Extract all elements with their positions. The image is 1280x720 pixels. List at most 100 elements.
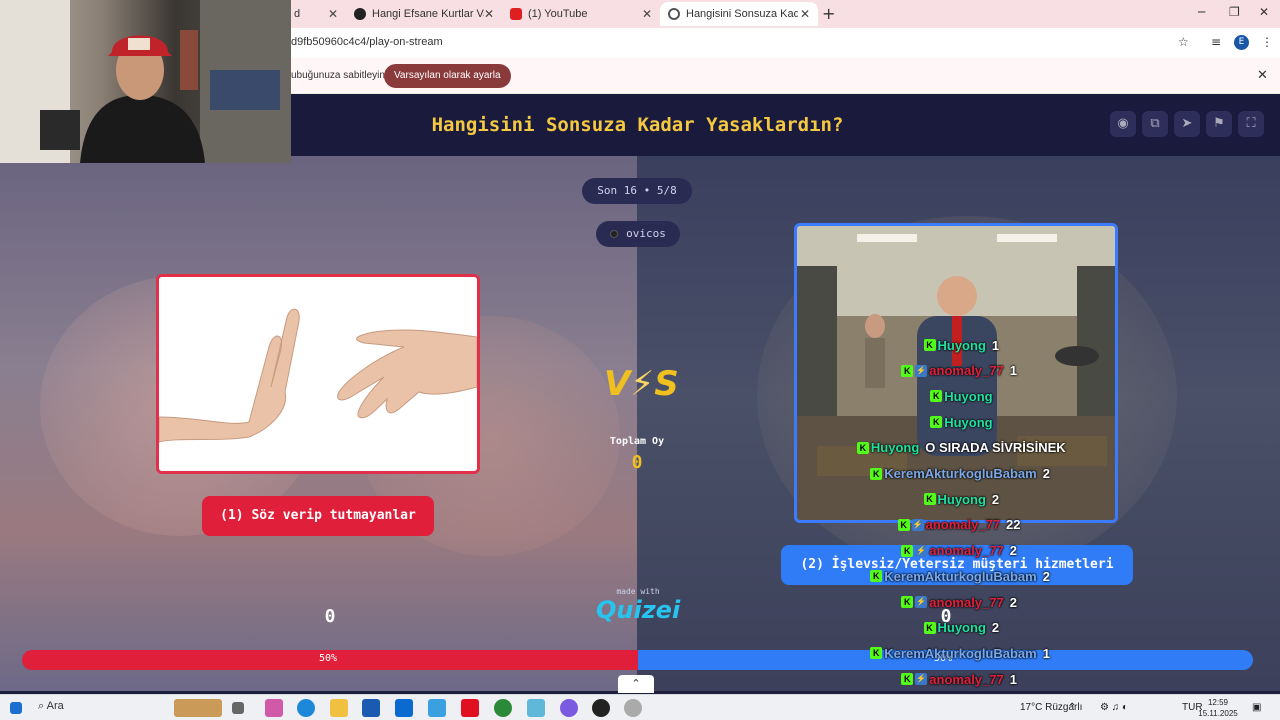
tab-2-label: (1) YouTube: [528, 8, 588, 20]
subscriber-badge-icon: ⚡: [911, 518, 924, 531]
kick-badge-icon: K: [930, 416, 943, 429]
close-window-icon[interactable]: ✕: [1259, 5, 1269, 19]
tray-chevron-up-icon[interactable]: ⌃: [1068, 702, 1076, 713]
close-icon[interactable]: ✕: [1257, 68, 1268, 83]
kick-badge-icon: K: [897, 518, 910, 531]
profile-avatar[interactable]: E: [1234, 35, 1249, 50]
close-icon[interactable]: ✕: [328, 7, 338, 21]
kick-badge-icon: K: [856, 441, 869, 454]
chat-username: Huyong: [870, 440, 920, 456]
chrome-icon[interactable]: [494, 699, 512, 717]
flag-icon[interactable]: ⚑: [1206, 111, 1232, 137]
windows-start-icon[interactable]: [10, 702, 22, 714]
taskbar-search[interactable]: ⌕ Ara: [38, 700, 64, 713]
option-left-button[interactable]: (1) Söz verip tutmayanlar: [202, 496, 434, 536]
discord-icon[interactable]: [560, 699, 578, 717]
file-explorer-icon[interactable]: [330, 699, 348, 717]
chat-message-text: 1: [991, 337, 1000, 353]
chat-message: K Huyong O SIRADA SİVRİSİNEK: [856, 439, 1066, 457]
restore-icon[interactable]: ❐: [1229, 5, 1240, 19]
notification-icon[interactable]: ▣: [1252, 702, 1261, 713]
close-icon[interactable]: ✕: [484, 7, 494, 21]
chat-message: K ⚡ anomaly_77 1: [901, 670, 1017, 688]
share-icon[interactable]: ⧉: [1142, 111, 1168, 137]
chat-message: K Huyong: [930, 387, 993, 405]
chat-username: Huyong: [937, 620, 986, 636]
chat-username: Huyong: [937, 491, 986, 507]
fullscreen-icon[interactable]: ⛶: [1238, 111, 1264, 137]
send-icon[interactable]: ➤: [1174, 111, 1200, 137]
chat-username: KeremAkturkogluBabam: [884, 568, 1037, 584]
chat-overlay: K Huyong 1 K ⚡ anomaly_77 1 K Huyong K Huyong K Huyo…: [790, 336, 1130, 712]
avatar: [610, 230, 619, 238]
minimize-icon[interactable]: ─: [1198, 5, 1205, 19]
bookmark-star-icon[interactable]: ☆: [1178, 35, 1189, 49]
set-default-button[interactable]: Varsayılan olarak ayarla: [384, 64, 511, 88]
settings-gear-icon[interactable]: [527, 699, 545, 717]
close-icon[interactable]: ✕: [800, 7, 810, 21]
tab-2[interactable]: (1) YouTube ✕: [502, 2, 660, 26]
option-left-image[interactable]: [156, 274, 480, 474]
eye-icon[interactable]: ◉: [1110, 111, 1136, 137]
subscriber-badge-icon: ⚡: [915, 364, 928, 377]
new-tab-icon[interactable]: +: [822, 4, 835, 23]
webcam-overlay: [0, 0, 291, 163]
tab-1[interactable]: Hangi Efsane Kurtlar Vadisi Kara ✕: [346, 2, 502, 26]
chat-message: K ⚡ anomaly_77 2: [901, 542, 1017, 560]
clock[interactable]: 12:59 15.11.2025: [1198, 697, 1238, 719]
chat-message: K KeremAkturkogluBabam 1: [870, 644, 1050, 662]
hands-illustration: [159, 277, 477, 471]
kick-badge-icon: K: [923, 339, 936, 351]
kick-badge-icon: K: [930, 390, 943, 403]
chat-message-text: 2: [1009, 543, 1017, 559]
tab-0[interactable]: d ✕: [286, 2, 346, 26]
copilot-icon[interactable]: [265, 699, 283, 717]
windows-taskbar: ⌕ Ara 17°C Rüzgarlı ⌃ ⚙ ♫ ◐ TUR 12:59 15…: [0, 694, 1280, 720]
tab-3-active[interactable]: Hangisini Sonsuza Kadar Yasakl ✕: [660, 2, 818, 26]
chat-username: Huyong: [944, 388, 993, 404]
globe-icon: [668, 8, 680, 20]
chat-username: anomaly_77: [929, 543, 1004, 559]
streamer-pill: ovicos: [596, 221, 680, 247]
menu-kebab-icon[interactable]: ⋮: [1261, 35, 1273, 49]
photos-icon[interactable]: [428, 699, 446, 717]
chat-message-text: 22: [1006, 517, 1021, 533]
chevron-up-icon[interactable]: ⌃: [618, 675, 654, 693]
task-view-icon[interactable]: [232, 702, 244, 714]
chat-username: anomaly_77: [929, 363, 1004, 379]
infobar-text: ubuğunuza sabitleyin: [291, 70, 385, 81]
edge-icon[interactable]: [297, 699, 315, 717]
obs-icon[interactable]: [592, 699, 610, 717]
netflix-icon[interactable]: [461, 699, 479, 717]
chat-username: anomaly_77: [929, 671, 1004, 687]
tray-network-icon[interactable]: ⚙ ♫ ◐: [1100, 702, 1128, 713]
chat-message-text: 2: [1042, 466, 1050, 481]
store-icon[interactable]: [362, 699, 380, 717]
close-icon[interactable]: ✕: [642, 7, 652, 21]
chat-message: K Huyong: [930, 413, 993, 431]
youtube-icon: [510, 8, 522, 20]
outlook-icon[interactable]: [395, 699, 413, 717]
kick-badge-icon: K: [870, 647, 883, 660]
taskbar-search-label: Ara: [46, 700, 64, 712]
chat-message: K ⚡ anomaly_77 1: [901, 362, 1017, 380]
url-field[interactable]: d9fb50960c4c4/play-on-stream: [291, 36, 443, 48]
chat-message: K ⚡ anomaly_77 22: [897, 516, 1021, 534]
chat-message: K KeremAkturkogluBabam 2: [870, 465, 1050, 483]
subscriber-badge-icon: ⚡: [915, 544, 928, 557]
chat-message: K Huyong 2: [923, 619, 999, 637]
chat-message: KHuyong 1: [923, 336, 1000, 354]
tab-0-label: d: [294, 8, 301, 20]
chat-username: Huyong: [937, 337, 986, 353]
threads-icon: [354, 8, 366, 20]
webcam-streamer-image: [0, 0, 291, 163]
tab-1-label: Hangi Efsane Kurtlar Vadisi Kara: [372, 8, 484, 20]
chat-username: KeremAkturkogluBabam: [884, 466, 1037, 481]
kick-badge-icon: K: [901, 673, 914, 686]
media-control-icon[interactable]: ≡: [1211, 35, 1221, 49]
app-icon[interactable]: [624, 699, 642, 717]
kick-badge-icon: K: [870, 467, 883, 480]
search-highlight-icon[interactable]: [174, 699, 222, 717]
chat-message: K ⚡ anomaly_77 2: [901, 593, 1017, 611]
chat-username: anomaly_77: [925, 517, 1001, 533]
